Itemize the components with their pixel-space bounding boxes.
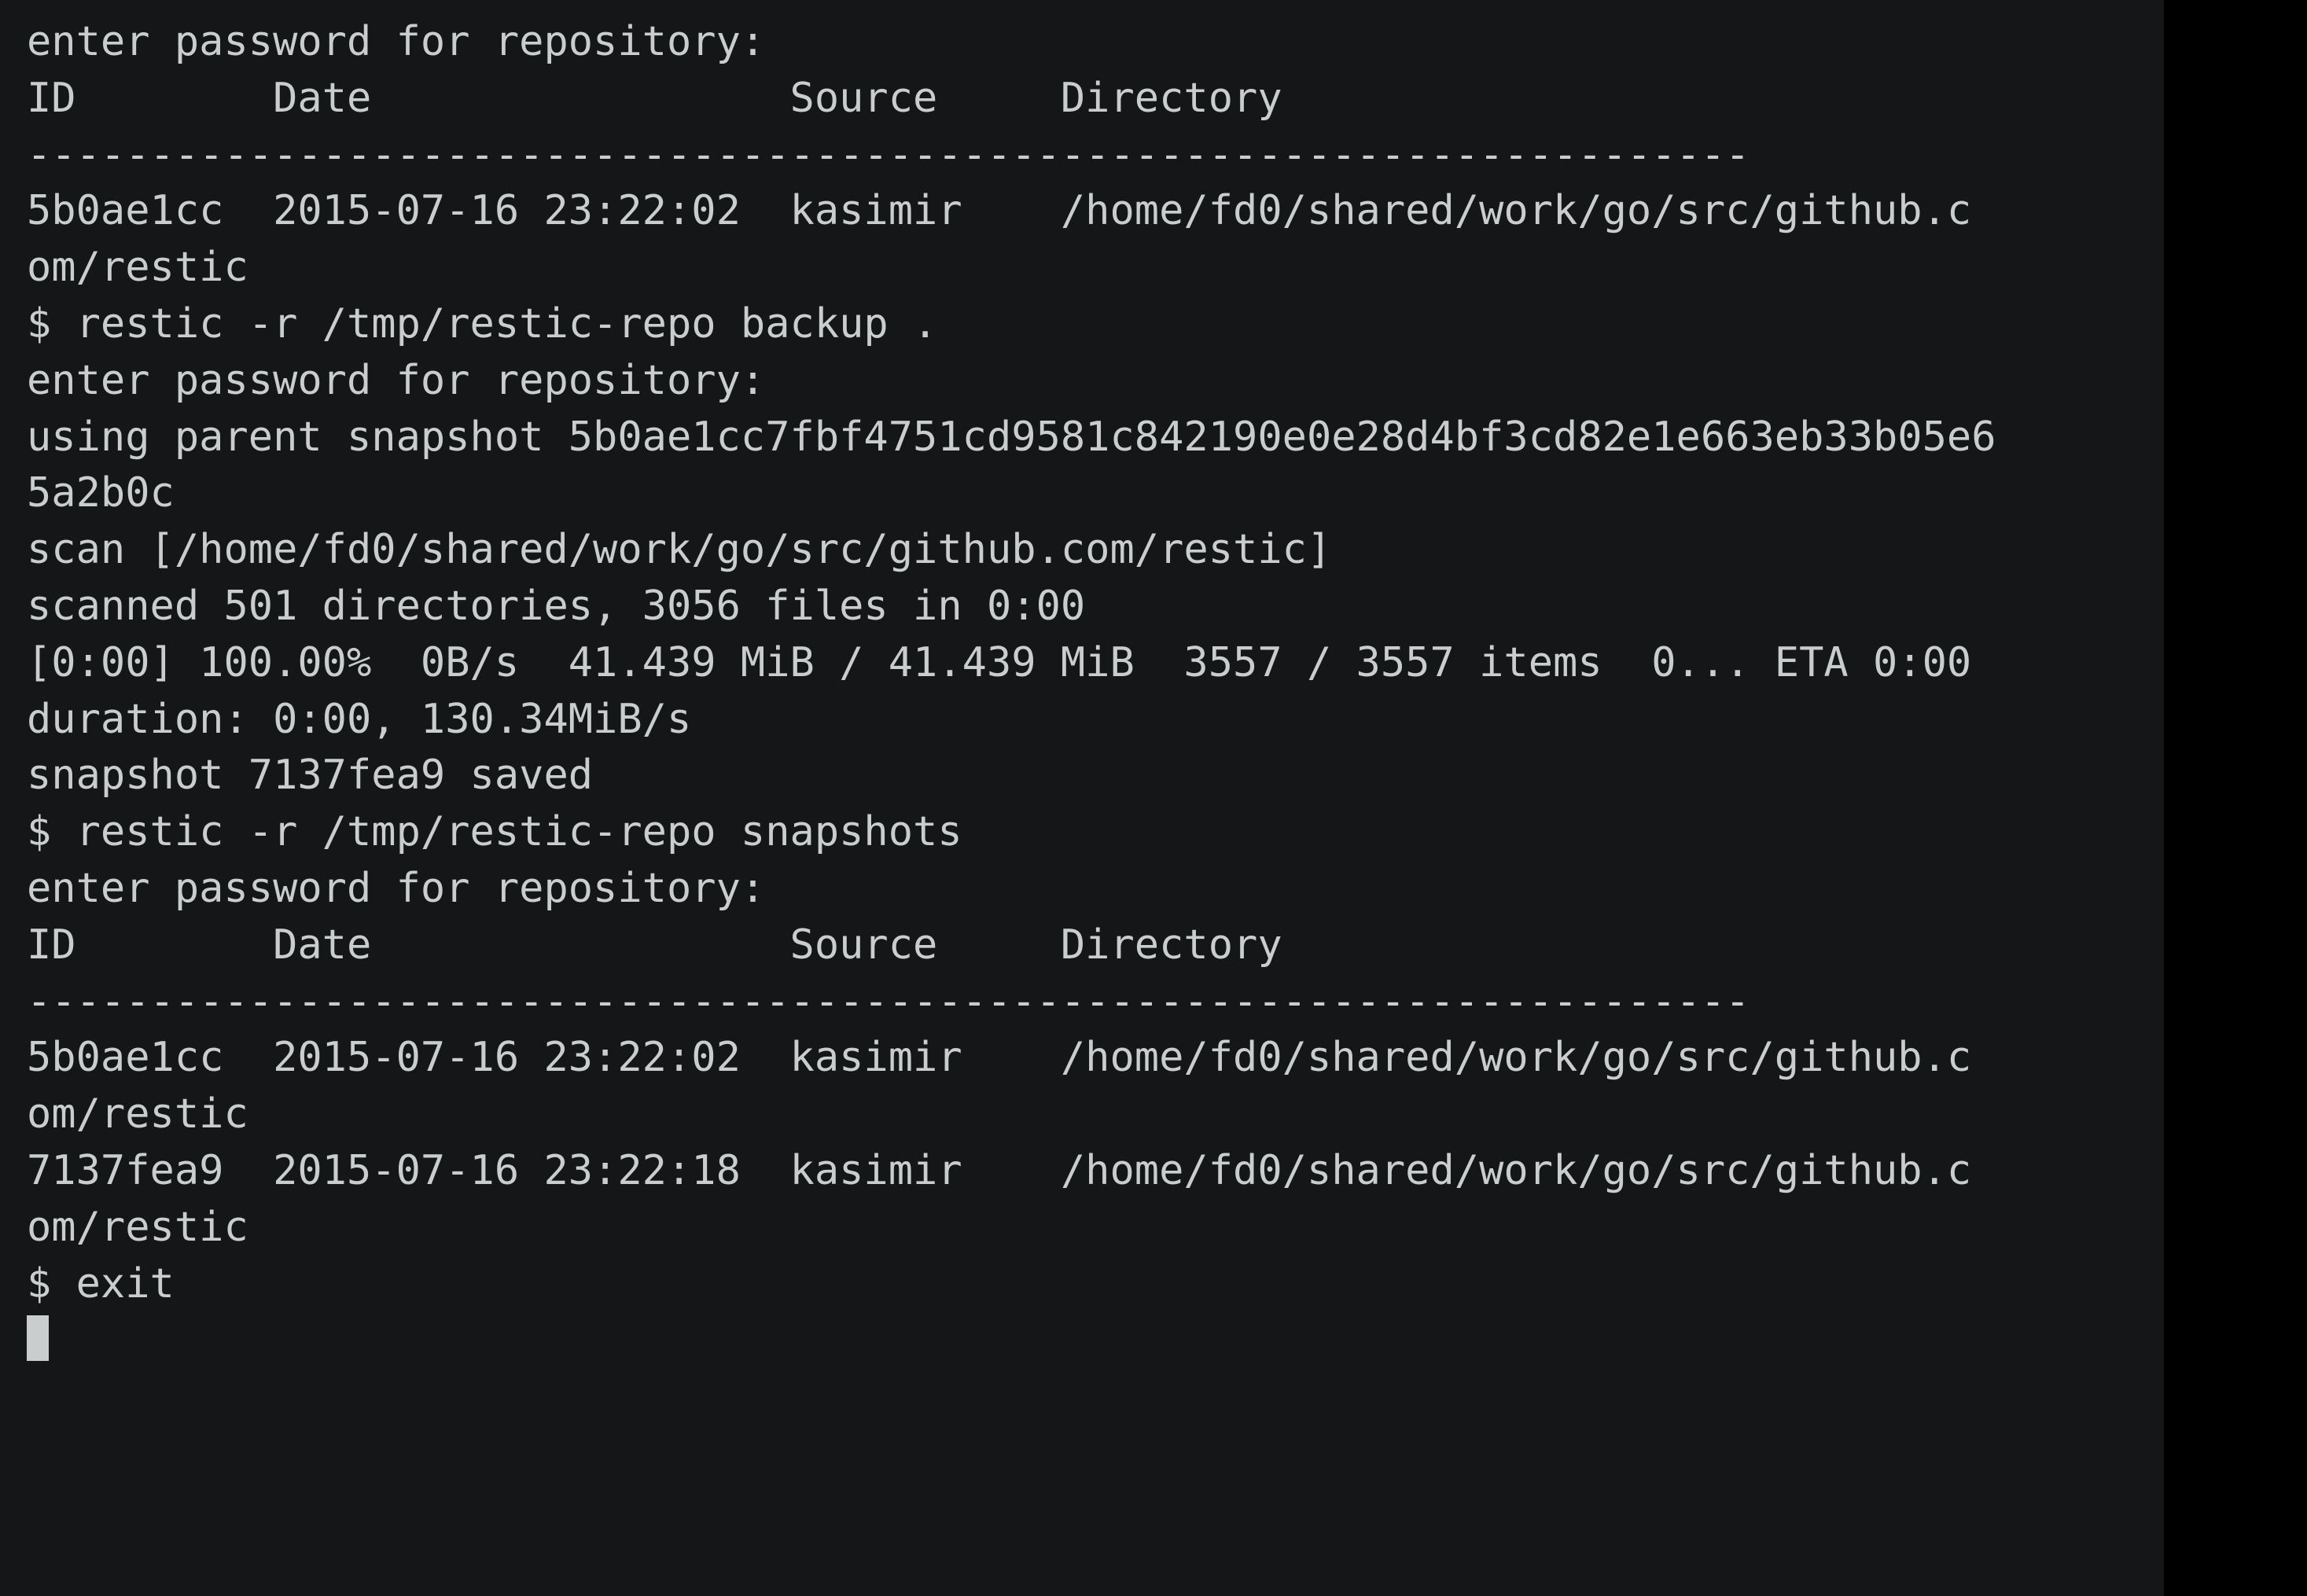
terminal-line: enter password for repository: — [27, 356, 766, 404]
terminal-line-duration: duration: 0:00, 130.34MiB/s — [27, 695, 692, 743]
terminal-line: enter password for repository: — [27, 18, 766, 65]
terminal-line-table-header: ID Date Source Directory — [27, 921, 1282, 969]
terminal-window: enter password for repository: ID Date So… — [0, 0, 2307, 1596]
terminal-line-table-separator: ----------------------------------------… — [27, 977, 1750, 1025]
terminal-line-scan: scan [/home/fd0/shared/work/go/src/githu… — [27, 526, 1332, 574]
terminal-line-command-snapshots: $ restic -r /tmp/restic-repo snapshots — [27, 808, 962, 856]
terminal-line-command-backup: $ restic -r /tmp/restic-repo backup . — [27, 300, 938, 348]
terminal-line-table-separator: ----------------------------------------… — [27, 131, 1750, 178]
terminal-line-progress: [0:00] 100.00% 0B/s 41.439 MiB / 41.439 … — [27, 638, 1972, 686]
terminal-line-table-header: ID Date Source Directory — [27, 74, 1282, 122]
terminal-line-parent-snapshot-wrap: 5a2b0c — [27, 469, 175, 517]
terminal-line-snapshot-row-wrap: om/restic — [27, 1090, 248, 1138]
terminal-line-snapshot-row-wrap: om/restic — [27, 244, 248, 292]
terminal-cursor-line — [27, 1312, 2164, 1369]
terminal-line-snapshot-row: 5b0ae1cc 2015-07-16 23:22:02 kasimir /ho… — [27, 1034, 1972, 1082]
terminal-output: enter password for repository: ID Date So… — [27, 14, 2164, 1369]
terminal-line-snapshot-row: 7137fea9 2015-07-16 23:22:18 kasimir /ho… — [27, 1146, 1972, 1194]
terminal-line-snapshot-saved: snapshot 7137fea9 saved — [27, 752, 594, 800]
terminal-line-command-exit: $ exit — [27, 1260, 175, 1307]
terminal-line-snapshot-row: 5b0ae1cc 2015-07-16 23:22:02 kasimir /ho… — [27, 187, 1972, 235]
terminal-screen[interactable]: enter password for repository: ID Date So… — [0, 0, 2164, 1596]
terminal-line-parent-snapshot: using parent snapshot 5b0ae1cc7fbf4751cd… — [27, 413, 1996, 461]
text-cursor — [27, 1315, 49, 1362]
terminal-line: enter password for repository: — [27, 864, 766, 912]
terminal-line-snapshot-row-wrap: om/restic — [27, 1203, 248, 1251]
terminal-line-scanned: scanned 501 directories, 3056 files in 0… — [27, 582, 1086, 630]
